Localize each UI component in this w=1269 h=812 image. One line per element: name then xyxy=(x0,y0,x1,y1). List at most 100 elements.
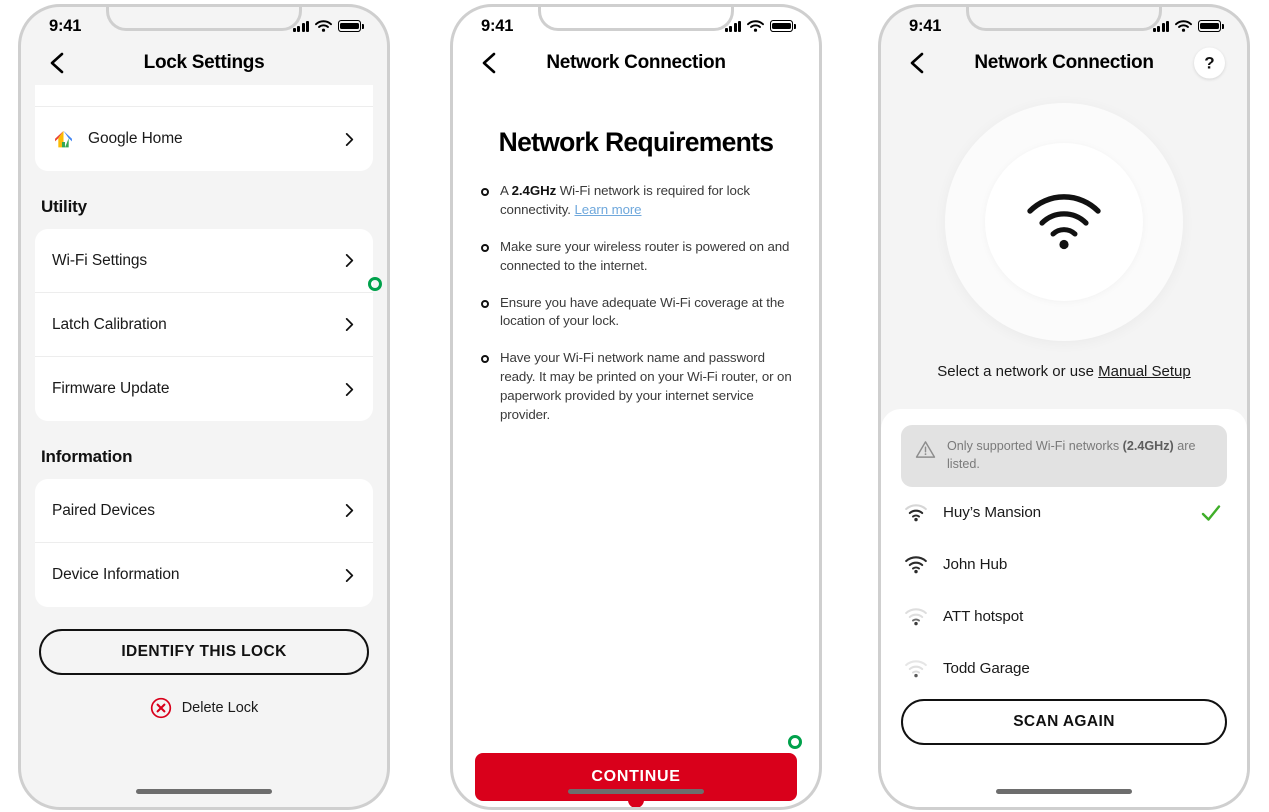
phone-network-requirements: 9:41 Network Connection Network Requirem xyxy=(450,4,822,810)
check-icon xyxy=(1201,505,1221,521)
list-item-matter-integration[interactable]: Matter Integration xyxy=(35,85,373,107)
back-button[interactable] xyxy=(905,50,931,76)
list-item-network[interactable]: ATT hotspot xyxy=(901,591,1227,643)
phone-network-selection: 9:41 Network Connection ? Select a netwo… xyxy=(878,4,1250,810)
notice-text: Only supported Wi-Fi networks (2.4GHz) a… xyxy=(947,438,1213,474)
list-item-network[interactable]: Huy’s Mansion xyxy=(901,487,1227,539)
screenshot-canvas: 9:41 Lock Settings Google Home Utility W… xyxy=(0,0,1269,812)
page-title: Lock Settings xyxy=(143,52,265,73)
list-item-latch-calibration[interactable]: Latch Calibration xyxy=(35,293,373,357)
help-button[interactable]: ? xyxy=(1194,47,1225,79)
list-item-network[interactable]: Todd Garage xyxy=(901,643,1227,695)
requirements-list: A 2.4GHz Wi-Fi network is required for l… xyxy=(477,182,795,425)
home-indicator xyxy=(136,789,272,794)
chevron-right-icon xyxy=(345,132,354,146)
bullet-bold: 2.4GHz xyxy=(511,183,557,198)
hero-caption-pre: Select a network or use xyxy=(937,363,1099,380)
list-item: Have your Wi-Fi network name and passwor… xyxy=(477,349,795,425)
learn-more-link[interactable]: Learn more xyxy=(574,202,641,217)
list-item-device-information[interactable]: Device Information xyxy=(35,543,373,607)
chevron-left-icon xyxy=(50,52,64,74)
list-item-label: Paired Devices xyxy=(52,501,155,519)
wifi-signal-icon xyxy=(905,660,927,678)
network-name: Huy’s Mansion xyxy=(943,504,1042,522)
bullet-dot-icon xyxy=(481,188,489,196)
information-card: Paired Devices Device Information xyxy=(35,479,373,607)
matter-icon xyxy=(52,85,75,86)
list-item-network[interactable]: John Hub xyxy=(901,539,1227,591)
requirements-heading: Network Requirements xyxy=(498,127,774,157)
utility-card: Wi-Fi Settings Latch Calibration Firmwar… xyxy=(35,229,373,421)
hero-inner-ring xyxy=(985,143,1143,301)
list-item-wifi-settings[interactable]: Wi-Fi Settings xyxy=(35,229,373,293)
battery-full-icon xyxy=(770,20,796,32)
nav-bar: Network Connection ? xyxy=(881,41,1247,85)
list-item-label: Firmware Update xyxy=(52,380,170,397)
warning-triangle-icon xyxy=(915,441,936,458)
delete-lock-button[interactable]: Delete Lock xyxy=(35,697,373,719)
list-item-paired-devices[interactable]: Paired Devices xyxy=(35,479,373,543)
scan-again-button[interactable]: SCAN AGAIN xyxy=(901,698,1227,745)
home-indicator xyxy=(568,789,704,794)
nav-bar: Lock Settings xyxy=(21,41,387,85)
chevron-right-icon xyxy=(345,318,354,331)
home-indicator xyxy=(996,789,1132,794)
wifi-icon xyxy=(1175,20,1192,32)
section-heading-utility: Utility xyxy=(41,197,87,216)
bullet-pre: A xyxy=(500,183,512,198)
bullet-dot-icon xyxy=(481,299,489,308)
network-list-sheet: Only supported Wi-Fi networks (2.4GHz) a… xyxy=(881,409,1247,807)
integration-card: Matter Integration Google Home xyxy=(35,85,373,171)
list-item-label: Google Home xyxy=(88,130,183,147)
chevron-right-icon xyxy=(345,254,354,267)
bullet-text: Have your Wi-Fi network name and passwor… xyxy=(500,350,792,422)
bullet-text: Ensure you have adequate Wi-Fi coverage … xyxy=(500,294,785,329)
requirements-body: Network Requirements A 2.4GHz Wi-Fi netw… xyxy=(453,127,819,807)
question-mark-icon: ? xyxy=(1204,53,1215,72)
manual-setup-link[interactable]: Manual Setup xyxy=(1098,363,1191,380)
list-item-label: Latch Calibration xyxy=(52,315,167,333)
back-button[interactable] xyxy=(45,50,71,76)
bullet-dot-icon xyxy=(481,355,489,364)
chevron-right-icon xyxy=(345,504,354,517)
wifi-hero: Select a network or use Manual Setup xyxy=(881,85,1247,443)
list-item-firmware-update[interactable]: Firmware Update xyxy=(35,357,373,421)
bullet-text: A 2.4GHz Wi-Fi network is required for l… xyxy=(500,182,795,220)
list-item: Make sure your wireless router is powere… xyxy=(477,238,795,276)
list-item: A 2.4GHz Wi-Fi network is required for l… xyxy=(477,182,795,220)
phone-lock-settings: 9:41 Lock Settings Google Home Utility W… xyxy=(18,4,390,810)
cellular-bars-icon xyxy=(724,20,741,32)
settings-scroll-area: Matter Integration Google Home xyxy=(21,85,387,807)
notice-bold: (2.4GHz) xyxy=(1122,439,1174,453)
bullet-text: Make sure your wireless router is powere… xyxy=(500,238,790,273)
status-bar: 9:41 xyxy=(453,7,819,41)
battery-full-icon xyxy=(338,20,364,32)
page-title: Network Connection xyxy=(974,52,1154,73)
cellular-bars-icon xyxy=(1152,20,1169,32)
annotation-marker-continue xyxy=(788,735,802,749)
status-clock: 9:41 xyxy=(49,16,82,35)
wifi-icon xyxy=(747,20,764,32)
list-item-label: Wi-Fi Settings xyxy=(52,251,148,269)
continue-label: CONTINUE xyxy=(591,768,681,785)
identify-this-lock-button[interactable]: IDENTIFY THIS LOCK xyxy=(39,629,369,675)
chevron-right-icon xyxy=(345,382,354,396)
chevron-left-icon xyxy=(482,52,496,74)
status-clock: 9:41 xyxy=(909,16,942,35)
hero-outer-ring xyxy=(945,103,1183,341)
status-icons xyxy=(292,20,364,32)
section-heading-information: Information xyxy=(41,447,133,466)
battery-full-icon xyxy=(1198,20,1224,32)
nav-bar: Network Connection xyxy=(453,41,819,85)
status-bar: 9:41 xyxy=(21,7,387,41)
hero-caption: Select a network or use Manual Setup xyxy=(937,363,1191,380)
status-bar: 9:41 xyxy=(881,7,1247,41)
back-button[interactable] xyxy=(477,50,503,76)
list-item: Ensure you have adequate Wi-Fi coverage … xyxy=(477,294,795,332)
annotation-marker-wifi-settings xyxy=(368,277,382,291)
delete-lock-label: Delete Lock xyxy=(181,700,259,716)
list-item-google-home[interactable]: Google Home xyxy=(35,107,373,171)
chevron-left-icon xyxy=(910,52,924,74)
network-name: ATT hotspot xyxy=(943,608,1024,626)
continue-tail xyxy=(628,794,644,807)
